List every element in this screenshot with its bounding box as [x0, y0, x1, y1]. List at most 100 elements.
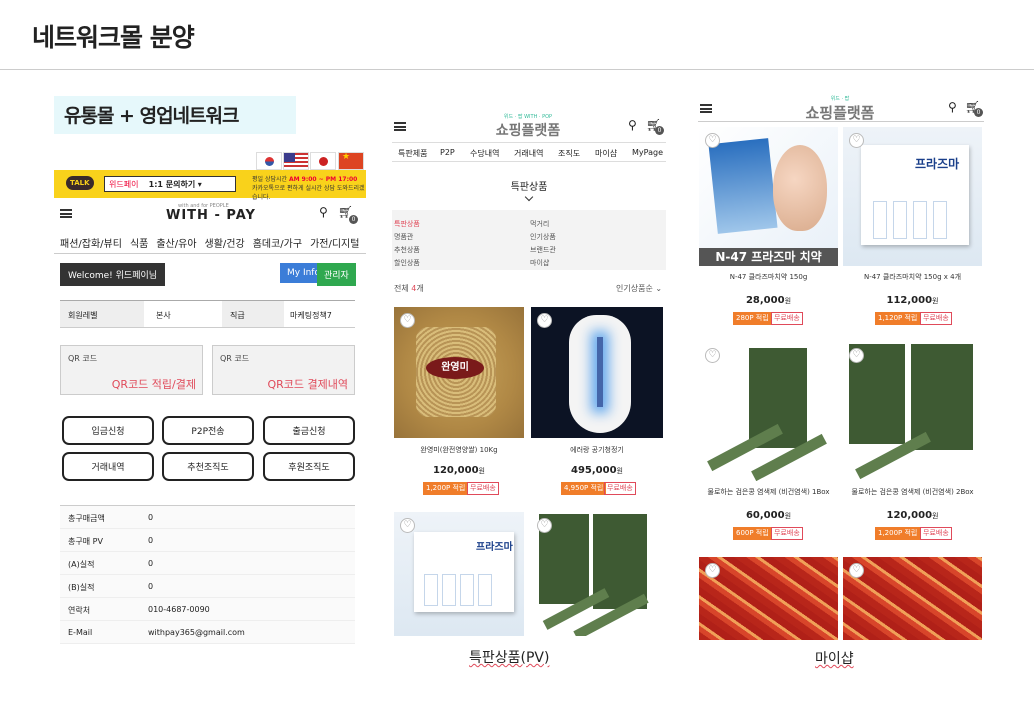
- product-name[interactable]: 완영미(완전영양쌀) 10Kg: [394, 445, 524, 455]
- menu-item[interactable]: 생활/건강: [205, 239, 245, 250]
- cat-item[interactable]: 명품관: [394, 232, 413, 242]
- free-shipping-badge: 무료배송: [604, 482, 636, 495]
- cat-item[interactable]: 할인상품: [394, 258, 420, 268]
- qr-pay-card[interactable]: QR 코드 QR코드 적립/결제: [60, 345, 203, 395]
- tab-mypage[interactable]: MyPage: [632, 148, 663, 157]
- cat-item[interactable]: 추천상품: [394, 245, 420, 255]
- cat-item[interactable]: 마이샵: [530, 258, 549, 268]
- member-stats-table: 총구매금액 0 총구매 PV 0 (A)실적 0 (B)실적 0 연락처 010-4687…: [60, 505, 355, 644]
- product-count: 전체 4개: [394, 284, 424, 293]
- table-row: 연락처 010-4687-0090: [60, 598, 355, 621]
- admin-button[interactable]: 관리자: [317, 263, 356, 286]
- cat-item[interactable]: 특판상품: [394, 219, 420, 229]
- free-shipping-badge: 무료배송: [467, 482, 499, 495]
- table-row: E-Mail withpay365@gmail.com: [60, 621, 355, 644]
- menu-item[interactable]: 패션/잡화/뷰티: [60, 239, 122, 250]
- table-row: 총구매 PV 0: [60, 529, 355, 552]
- category-grid: 특판상품 먹거리 명품관 인기상품 추천상품 브랜드관 할인상품 마이샵: [392, 210, 666, 270]
- section-tag: 유통몰 + 영업네트워크: [54, 96, 296, 134]
- point-badge: 280P 적립: [733, 312, 772, 325]
- withpay-logo[interactable]: WITH - PAY: [166, 208, 256, 223]
- shop-menu: 특판제품 P2P 수당내역 거래내역 조직도 마이샵 MyPage: [392, 142, 666, 162]
- point-badge: 1,120P 적립: [875, 312, 921, 325]
- product-name[interactable]: 물로하는 검은콩 염색제 (비건염색) 2Box: [843, 487, 982, 497]
- shop-logo[interactable]: 위드 · 팝 쇼핑플랫폼: [790, 96, 890, 123]
- table-row: 총구매금액 0: [60, 506, 355, 529]
- menu-item[interactable]: 식품: [130, 239, 148, 250]
- table-row: (B)실적 0: [60, 575, 355, 598]
- product-image-kimchi[interactable]: ♡: [699, 557, 838, 640]
- heart-icon[interactable]: ♡: [849, 563, 864, 578]
- product-name[interactable]: N-47 클라즈마치약 150g x 4개: [843, 272, 982, 282]
- free-shipping-badge: 무료배송: [920, 527, 952, 540]
- free-shipping-badge: 무료배송: [771, 312, 803, 325]
- deposit-button[interactable]: 입금신청: [62, 416, 154, 445]
- product-image-kimchi[interactable]: ♡: [843, 557, 982, 640]
- product-image-dye-2[interactable]: ♡: [843, 342, 982, 481]
- tab-commission[interactable]: 수당내역: [470, 148, 499, 159]
- welcome-badge: Welcome! 위드페이님: [60, 263, 166, 286]
- usa-flag-icon[interactable]: [283, 152, 309, 170]
- heart-icon[interactable]: ♡: [400, 518, 415, 533]
- consult-hours: 평일 상담시간 AM 9:00 ~ PM 17:00 카카오톡으로 편하게 실시간…: [252, 176, 365, 201]
- menu-icon[interactable]: [700, 104, 712, 113]
- product-image-plasma-box[interactable]: 프라즈마 ♡: [394, 512, 524, 636]
- table-row: (A)실적 0: [60, 552, 355, 575]
- heart-icon[interactable]: ♡: [537, 518, 552, 533]
- product-image-rice[interactable]: 완영미 ♡: [394, 307, 524, 438]
- product-price: 495,000원: [571, 465, 623, 476]
- product-name[interactable]: 물로하는 검은콩 염색제 (비건염색) 1Box: [699, 487, 838, 497]
- product-image-toothpaste[interactable]: N-47 프라즈마 치약 ♡: [699, 127, 838, 266]
- kakao-banner[interactable]: TALK 위드페이 1:1 문의하기 ▾ 평일 상담시간 AM 9:00 ~ P…: [54, 170, 366, 201]
- korea-flag-icon[interactable]: [256, 152, 282, 170]
- product-name[interactable]: 에러랑 공기청정기: [531, 445, 663, 455]
- withdraw-button[interactable]: 출금신청: [263, 416, 355, 445]
- product-price: 120,000원: [433, 465, 485, 476]
- menu-icon[interactable]: [60, 209, 72, 218]
- menu-item[interactable]: 출산/유아: [156, 239, 196, 250]
- sponsor-tree-button[interactable]: 후원조직도: [263, 452, 355, 481]
- menu-item[interactable]: 홈데코/가구: [253, 239, 302, 250]
- japan-flag-icon[interactable]: [310, 152, 336, 170]
- tab-special[interactable]: 특판제품: [398, 148, 427, 159]
- heart-icon[interactable]: ♡: [705, 133, 720, 148]
- product-image-dye-1[interactable]: ♡: [699, 342, 838, 481]
- qr-history-card[interactable]: QR 코드 QR코드 결제내역: [212, 345, 355, 395]
- search-icon[interactable]: ⚲: [948, 100, 957, 114]
- heart-icon[interactable]: ♡: [400, 313, 415, 328]
- heart-icon[interactable]: ♡: [705, 348, 720, 363]
- point-badge: 4,950P 적립: [561, 482, 607, 495]
- menu-item[interactable]: 가전/디지털: [310, 239, 359, 250]
- menu-icon[interactable]: [394, 122, 406, 131]
- product-price: 28,000원: [745, 295, 792, 306]
- referral-tree-button[interactable]: 추천조직도: [162, 452, 254, 481]
- product-name[interactable]: N-47 클라즈마치약 150g: [699, 272, 838, 282]
- heart-icon[interactable]: ♡: [849, 133, 864, 148]
- point-badge: 600P 적립: [733, 527, 772, 540]
- product-image-dye[interactable]: ♡: [531, 512, 663, 636]
- heart-icon[interactable]: ♡: [849, 348, 864, 363]
- sort-select[interactable]: 인기상품순 ⌄: [616, 283, 662, 294]
- tab-transactions[interactable]: 거래내역: [514, 148, 543, 159]
- search-icon[interactable]: ⚲: [628, 118, 637, 132]
- heart-icon[interactable]: ♡: [705, 563, 720, 578]
- product-image-toothpaste-4[interactable]: 프라즈마 ♡: [843, 127, 982, 266]
- tab-p2p[interactable]: P2P: [440, 148, 455, 157]
- mid-header: 위드 · 팝 WITH · POP 쇼핑플랫폼 ⚲ 🛒︎ 0: [392, 112, 666, 140]
- p2p-transfer-button[interactable]: P2P전송: [162, 416, 254, 445]
- china-flag-icon[interactable]: [338, 152, 364, 170]
- search-icon[interactable]: ⚲: [319, 205, 328, 219]
- cat-item[interactable]: 인기상품: [530, 232, 556, 242]
- heart-icon[interactable]: ♡: [537, 313, 552, 328]
- free-shipping-badge: 무료배송: [920, 312, 952, 325]
- tab-org[interactable]: 조직도: [558, 148, 580, 159]
- kakao-inquiry-field[interactable]: 위드페이 1:1 문의하기 ▾: [104, 176, 236, 192]
- product-price: 120,000원: [886, 510, 939, 521]
- transactions-button[interactable]: 거래내역: [62, 452, 154, 481]
- product-price: 112,000원: [886, 295, 939, 306]
- product-image-purifier[interactable]: ♡: [531, 307, 663, 438]
- cat-item[interactable]: 브랜드관: [530, 245, 556, 255]
- tab-myshop[interactable]: 마이샵: [595, 148, 617, 159]
- shop-logo[interactable]: 위드 · 팝 WITH · POP 쇼핑플랫폼: [478, 114, 578, 140]
- cat-item[interactable]: 먹거리: [530, 219, 549, 229]
